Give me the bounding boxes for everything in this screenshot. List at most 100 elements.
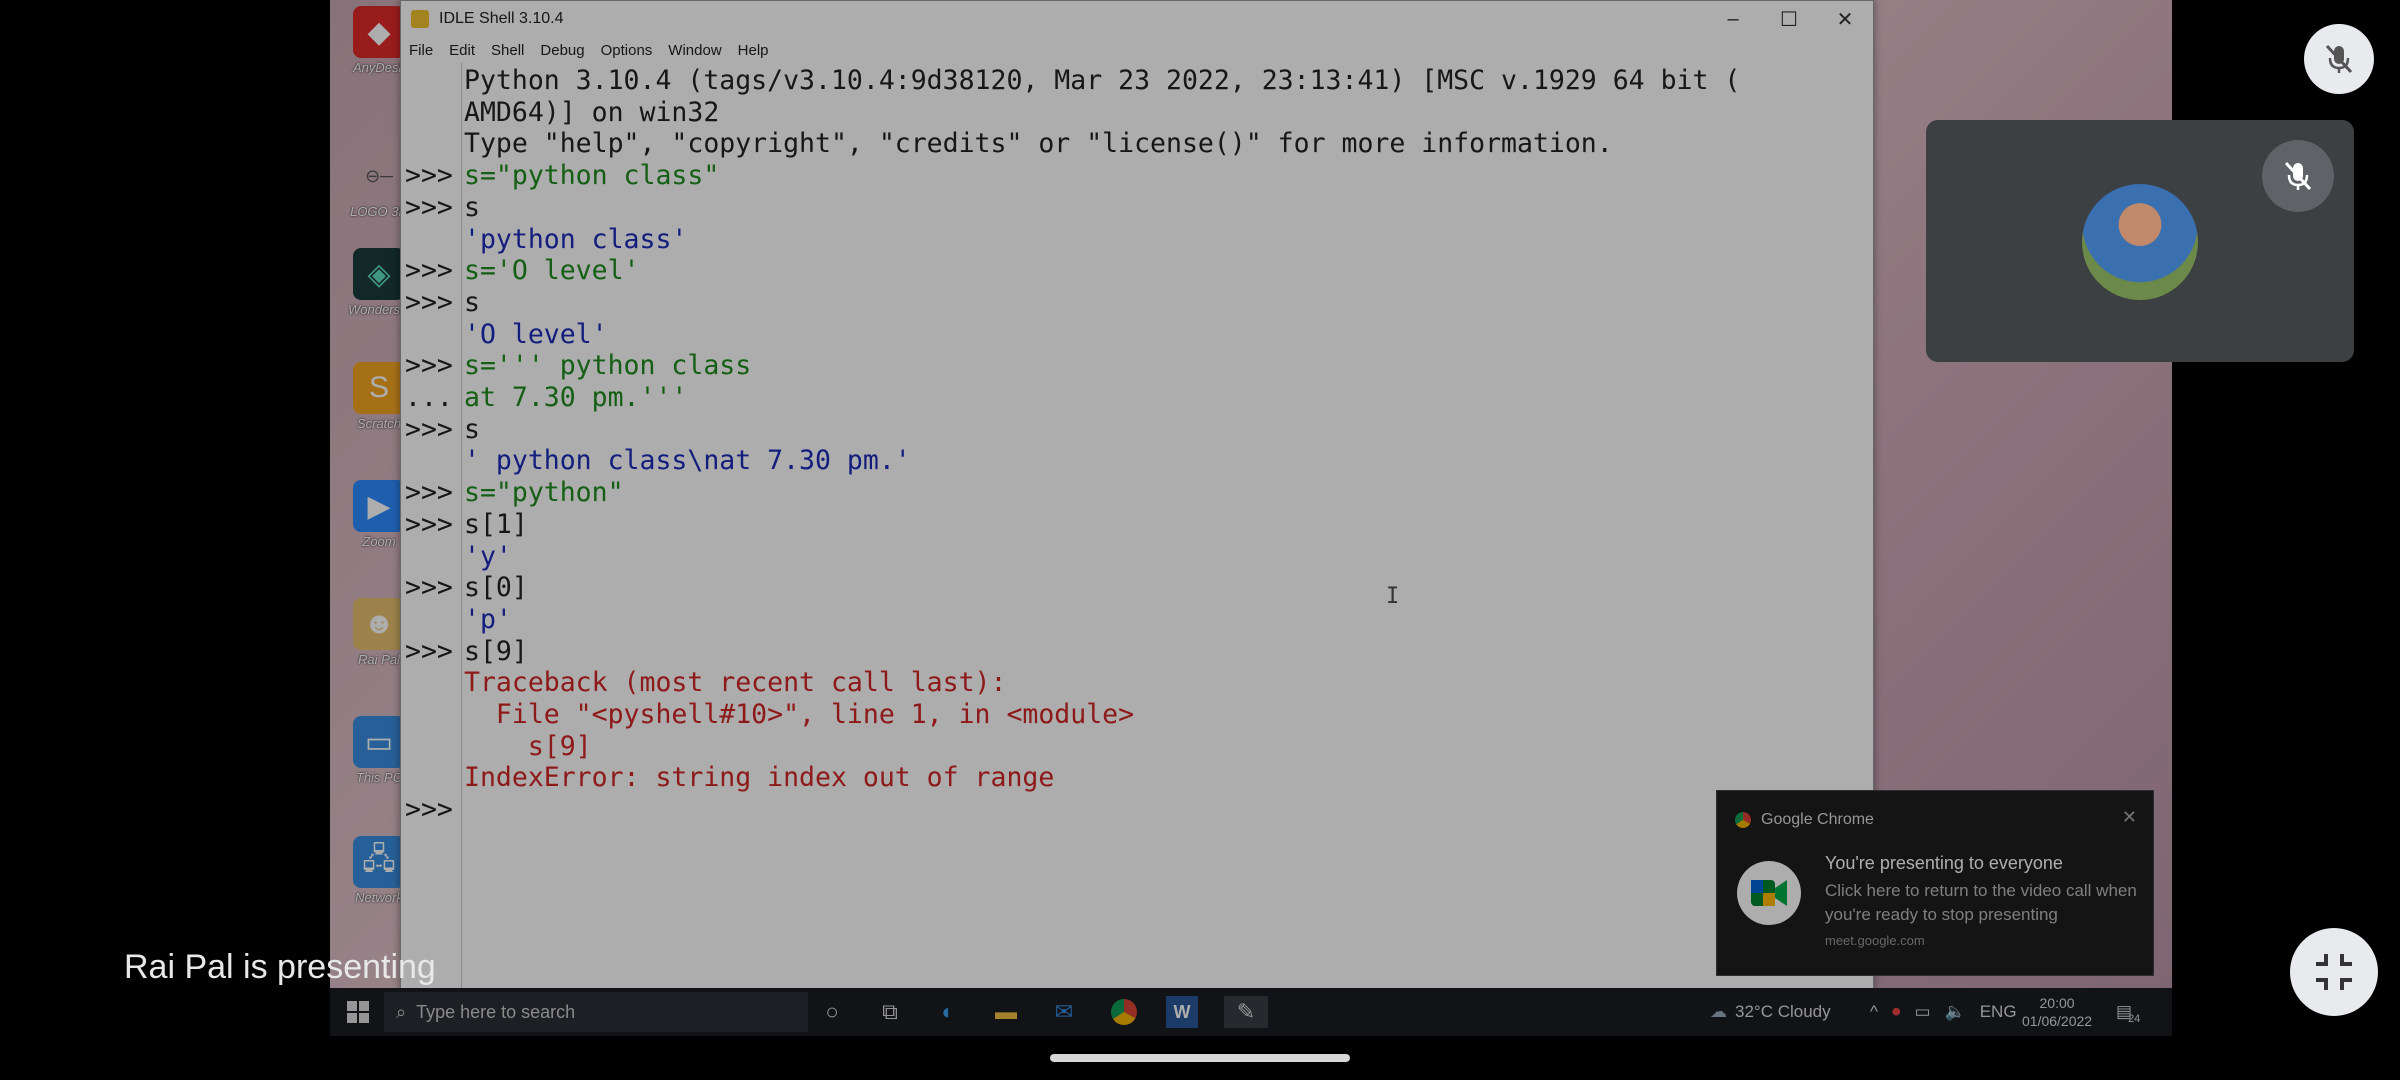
exit-fullscreen-button[interactable]	[2290, 928, 2378, 1016]
window-title: IDLE Shell 3.10.4	[439, 10, 564, 27]
mic-tray-icon[interactable]: ⏺	[1892, 1002, 1901, 1022]
maximize-button[interactable]: ☐	[1761, 1, 1817, 37]
clock[interactable]: 20:00 01/06/2022	[2022, 988, 2092, 1036]
shell-prompt: >>>	[405, 350, 453, 382]
shell-line: 'y'	[464, 540, 512, 572]
user-folder-icon: ☻	[353, 598, 405, 650]
menu-bar: File Edit Shell Debug Options Window Hel…	[401, 37, 1873, 63]
minimize-button[interactable]: –	[1705, 1, 1761, 37]
shell-line: s[9]	[464, 635, 528, 667]
scratch-icon: S	[353, 362, 405, 414]
menu-file[interactable]: File	[409, 42, 433, 59]
shell-prompt: >>>	[405, 255, 453, 287]
participant-mic-muted	[2262, 140, 2334, 212]
cortana-icon[interactable]: ○	[816, 996, 848, 1028]
shell-line: IndexError: string index out of range	[464, 762, 1055, 794]
shell-prompt: >>>	[405, 635, 453, 667]
clock-date: 01/06/2022	[2022, 1013, 2093, 1029]
shell-line: s='O level'	[464, 255, 640, 287]
menu-help[interactable]: Help	[738, 42, 769, 59]
window-titlebar[interactable]: IDLE Shell 3.10.4 – ☐ ✕	[401, 1, 1873, 37]
start-button[interactable]	[342, 996, 374, 1028]
menu-window[interactable]: Window	[668, 42, 721, 59]
task-view-icon[interactable]: ⧉	[874, 996, 906, 1028]
shell-text-area[interactable]: >>> >>> >>> >>> >>>... >>> >>> >>> >>> >>> >>> Pyt…	[401, 63, 1873, 991]
filmora-icon: ◈	[353, 248, 405, 300]
shell-line: AMD64)] on win32	[464, 96, 720, 128]
mic-muted-button[interactable]	[2304, 24, 2374, 94]
chrome-icon	[1735, 812, 1751, 828]
mail-icon[interactable]: ✉	[1048, 996, 1080, 1028]
python-idle-icon	[411, 10, 429, 28]
shell-prompt: >>>	[405, 477, 453, 509]
shell-line: s	[464, 286, 480, 318]
chrome-taskbar-icon[interactable]	[1108, 996, 1140, 1028]
google-meet-icon	[1737, 861, 1801, 925]
shell-prompt: >>>	[405, 794, 453, 826]
shell-line: ' python class\nat 7.30 pm.'	[464, 445, 911, 477]
anydesk-icon: ◆	[353, 6, 405, 58]
notification-body: Click here to return to the video call w…	[1825, 881, 2137, 924]
presenting-notification[interactable]: Google Chrome ✕ You're presenting to eve…	[1716, 790, 2154, 976]
text-cursor-icon: I	[1386, 584, 1400, 609]
shell-line: 'p'	[464, 603, 512, 635]
close-button[interactable]: ✕	[1817, 1, 1873, 37]
shell-line: s=''' python class	[464, 350, 752, 382]
chevron-up-icon[interactable]: ^	[1870, 1002, 1878, 1022]
notification-count: 24	[2128, 1013, 2141, 1025]
battery-icon[interactable]: ▭	[1914, 1002, 1930, 1022]
menu-shell[interactable]: Shell	[491, 42, 524, 59]
shell-line: Traceback (most recent call last):	[464, 667, 1007, 699]
shell-prompt: >>>	[405, 508, 453, 540]
shell-prompt: >>>	[405, 191, 453, 223]
idle-taskbar-icon[interactable]: ✎	[1224, 996, 1268, 1028]
notification-close-icon[interactable]: ✕	[2122, 807, 2137, 828]
word-icon[interactable]: W	[1166, 996, 1198, 1028]
menu-options[interactable]: Options	[601, 42, 653, 59]
prompt-gutter: >>> >>> >>> >>> >>>... >>> >>> >>> >>> >>> >>>	[401, 63, 462, 991]
language-indicator[interactable]: ENG	[1980, 1002, 2017, 1022]
shell-line: s	[464, 191, 480, 223]
shell-prompt: ...	[405, 382, 453, 413]
shell-output[interactable]: Python 3.10.4 (tags/v3.10.4:9d38120, Mar…	[464, 63, 1859, 991]
shell-prompt: >>>	[405, 160, 453, 192]
edge-icon[interactable]: ◐	[932, 996, 964, 1028]
shell-line: s	[464, 413, 480, 445]
shell-line: s[9]	[464, 730, 592, 762]
idle-shell-window: IDLE Shell 3.10.4 – ☐ ✕ File Edit Shell …	[400, 0, 1874, 992]
file-explorer-icon[interactable]: ▬	[990, 996, 1022, 1028]
shell-line: s="python class"	[464, 160, 720, 192]
fullscreen-exit-icon	[2316, 954, 2352, 990]
search-icon: ⌕	[396, 1001, 407, 1022]
shell-prompt: >>>	[405, 413, 453, 445]
weather-text: 32°C Cloudy	[1735, 1002, 1831, 1021]
cloud-icon: ☁	[1710, 1002, 1727, 1021]
shell-line: Type "help", "copyright", "credits" or "…	[464, 128, 1613, 160]
clock-time: 20:00	[2039, 995, 2075, 1011]
presenter-label: Rai Pal is presenting	[124, 948, 436, 986]
participant-avatar	[2082, 184, 2198, 300]
volume-icon[interactable]: 🔈	[1945, 1002, 1966, 1022]
notification-app-name: Google Chrome	[1761, 811, 1874, 828]
shell-line: Python 3.10.4 (tags/v3.10.4:9d38120, Mar…	[464, 65, 1741, 96]
shell-line: s[0]	[464, 572, 528, 604]
weather-widget[interactable]: ☁ 32°C Cloudy	[1710, 988, 1831, 1036]
notification-header: Google Chrome	[1735, 811, 1874, 829]
action-center-button[interactable]: ▤ 24	[2116, 988, 2140, 1036]
shell-line: File "<pyshell#10>", line 1, in <module>	[464, 699, 1135, 730]
menu-edit[interactable]: Edit	[449, 42, 475, 59]
shell-prompt: >>>	[405, 572, 453, 604]
search-placeholder: Type here to search	[416, 1001, 576, 1022]
computer-icon: ▭	[353, 716, 405, 768]
gesture-home-bar[interactable]	[1050, 1054, 1350, 1062]
shell-line: 'O level'	[464, 318, 608, 350]
mic-off-icon	[2325, 44, 2353, 74]
system-tray[interactable]: ^ ⏺ ▭ 🔈 ENG	[1870, 988, 2031, 1036]
shell-line: s[1]	[464, 508, 528, 540]
taskbar-search[interactable]: ⌕ Type here to search	[384, 992, 808, 1032]
logo-3d-icon: ⊖─	[365, 165, 393, 186]
menu-debug[interactable]: Debug	[540, 42, 584, 59]
shell-line: s="python"	[464, 477, 624, 509]
mic-off-icon	[2284, 161, 2312, 191]
network-icon: 🖧	[353, 836, 405, 888]
